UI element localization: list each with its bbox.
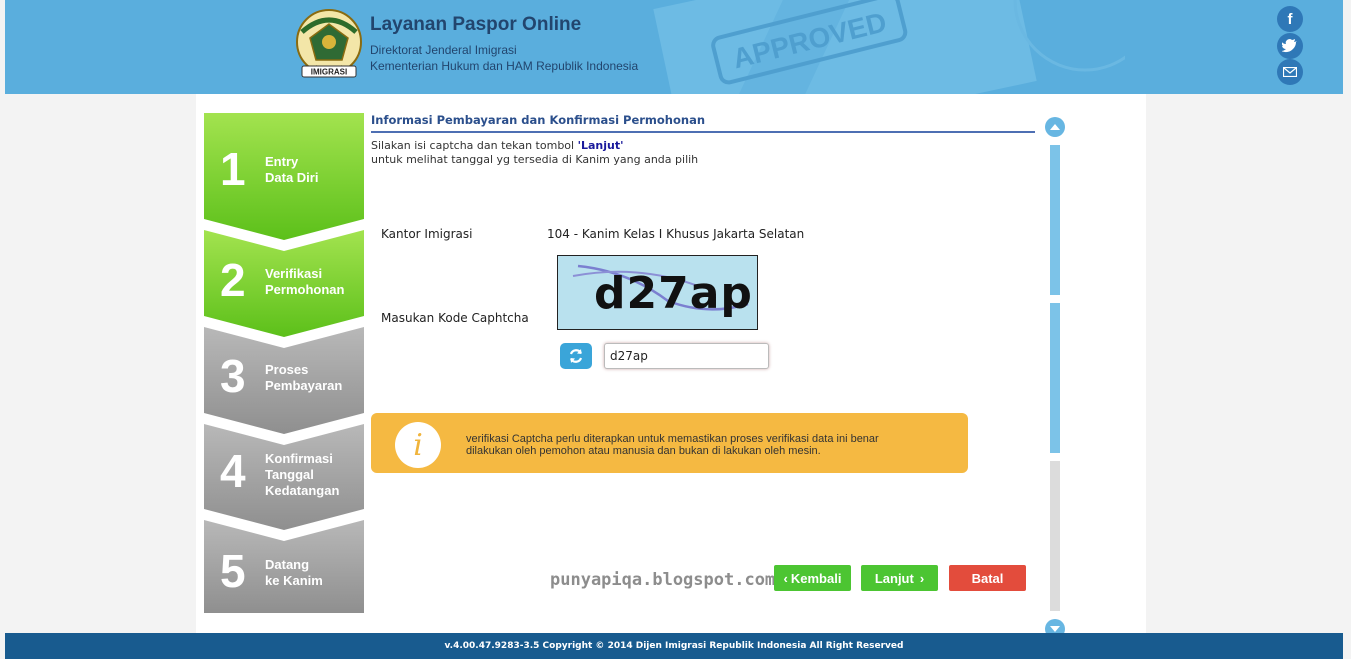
step-label: Entry Data Diri [265,154,319,185]
email-icon[interactable] [1277,59,1303,85]
info-notice: i verifikasi Captcha perlu diterapkan un… [371,413,968,473]
step-label: Datang ke Kanim [265,557,323,588]
footer: v.4.00.47.9283-3.5 Copyright © 2014 Dije… [5,633,1343,659]
captcha-image: d27ap [557,255,758,330]
chevron-right-icon: › [919,570,925,586]
chevron-left-icon: ‹ [783,570,788,586]
step-3[interactable]: 3 Proses Pembayaran [204,327,364,427]
step-number: 5 [220,545,246,597]
captcha-input[interactable] [604,343,769,369]
next-button[interactable]: Lanjut › [861,565,938,591]
step-number: 4 [220,445,246,497]
title-divider [371,131,1035,133]
refresh-captcha-button[interactable] [560,343,592,369]
scroll-track[interactable] [1050,461,1060,611]
instruction-button-ref: 'Lanjut' [577,139,624,152]
step-1[interactable]: 1 Entry Data Diri [204,113,364,223]
step-number: 3 [220,350,246,402]
back-button[interactable]: ‹ Kembali [774,565,851,591]
step-label: Konfirmasi Tanggal Kedatangan [265,451,340,498]
twitter-icon[interactable] [1277,33,1303,59]
cancel-button[interactable]: Batal [949,565,1026,591]
section-title: Informasi Pembayaran dan Konfirmasi Perm… [371,113,706,127]
scroll-thumb-lower[interactable] [1050,303,1060,453]
step-number: 2 [220,254,246,306]
step-5[interactable]: 5 Datang ke Kanim [204,520,364,613]
watermark-text: punyapiqa.blogspot.com [550,570,776,590]
step-label: Proses Pembayaran [265,362,343,393]
scroll-thumb[interactable] [1050,145,1060,295]
site-title: Layanan Paspor Online [370,14,582,35]
instruction-text: Silakan isi captcha dan tekan tombol 'La… [371,139,699,166]
footer-copyright: v.4.00.47.9283-3.5 Copyright © 2014 Dije… [444,641,904,651]
arrow-up-icon [1050,124,1060,130]
refresh-icon [569,349,583,363]
step-2[interactable]: 2 Verifikasi Permohonan [204,230,364,330]
captcha-label: Masukan Kode Caphtcha [381,311,529,325]
info-text: verifikasi Captcha perlu diterapkan untu… [466,433,879,457]
step-number: 1 [220,143,246,195]
site-subtitle: Direktorat Jenderal Imigrasi Kementerian… [370,43,639,73]
scroll-up-button[interactable] [1045,117,1065,137]
kantor-value: 104 - Kanim Kelas I Khusus Jakarta Selat… [547,227,805,241]
imigrasi-logo: IMIGRASI [296,9,362,78]
info-icon: i [395,422,441,468]
passport-stamp-decoration: APPROVED [653,0,1125,94]
step-label: Verifikasi Permohonan [265,266,345,297]
captcha-text: d27ap [594,268,753,319]
svg-text:IMIGRASI: IMIGRASI [311,68,347,77]
kantor-label: Kantor Imigrasi [381,227,473,241]
step-4[interactable]: 4 Konfirmasi Tanggal Kedatangan [204,424,364,524]
facebook-icon[interactable]: f [1277,6,1303,32]
header-banner: APPROVED IMIGRASI Layanan Paspor Online … [5,0,1343,94]
